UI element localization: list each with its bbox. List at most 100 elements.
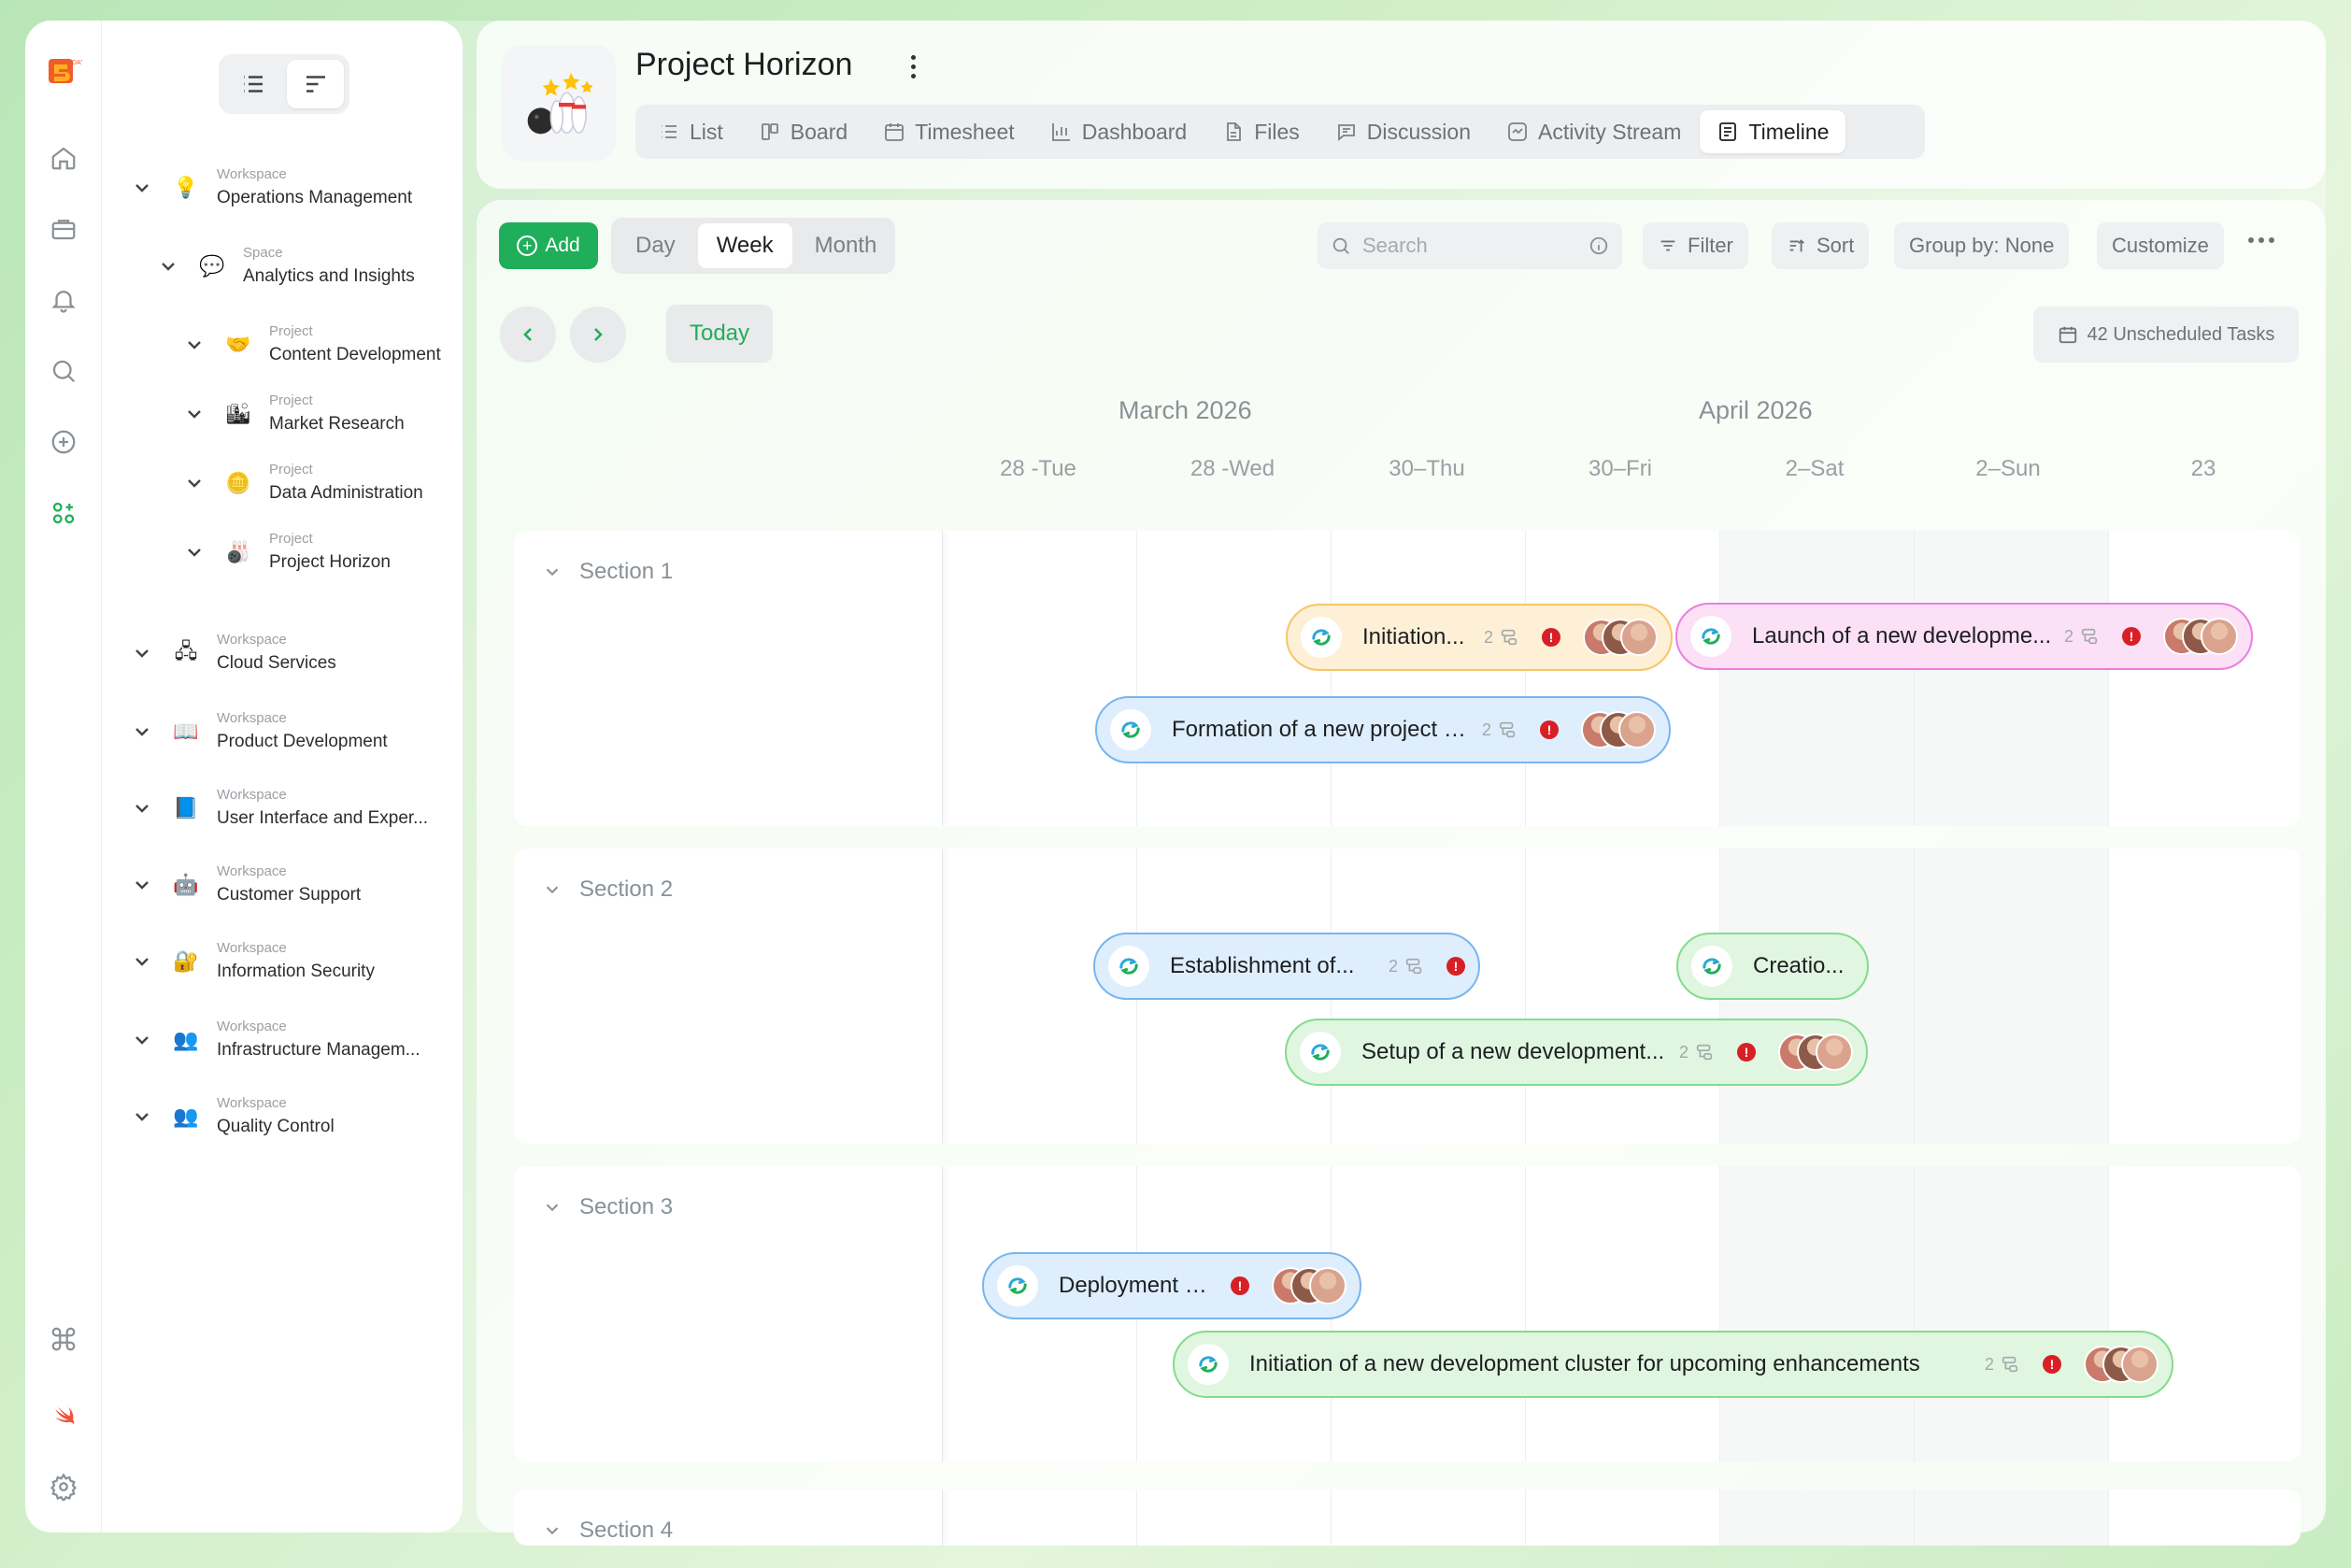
- apps-icon[interactable]: [44, 493, 83, 533]
- home-icon[interactable]: [44, 138, 83, 178]
- section-toggle[interactable]: Section 4: [542, 1518, 673, 1544]
- chevron-down-icon[interactable]: [131, 1105, 153, 1128]
- assignee-avatars[interactable]: [1272, 1267, 1346, 1304]
- task-label: Launch of a new developme...: [1752, 623, 2052, 649]
- sidebar-item[interactable]: 👥 Workspace Quality Control: [131, 1095, 335, 1137]
- chevron-down-icon[interactable]: [131, 950, 153, 973]
- command-icon[interactable]: [44, 1319, 83, 1359]
- chevron-down-icon[interactable]: [183, 403, 206, 425]
- sidebar-item[interactable]: 🤝 Project Content Development: [183, 323, 441, 365]
- sidebar-item[interactable]: 💬 Space Analytics and Insights: [157, 245, 415, 287]
- day-column: [1914, 1490, 2108, 1546]
- chevron-down-icon[interactable]: [183, 472, 206, 494]
- task-bar[interactable]: Launch of a new developme... 2!: [1675, 603, 2253, 670]
- chevron-down-icon[interactable]: [131, 1029, 153, 1051]
- chevron-down-icon[interactable]: [183, 334, 206, 356]
- compact-view-button[interactable]: [287, 60, 344, 108]
- sidebar-item[interactable]: 🏙 Project Market Research: [183, 392, 405, 435]
- item-kind: Workspace: [217, 166, 287, 182]
- sidebar-item[interactable]: 🖧 Workspace Cloud Services: [131, 632, 336, 674]
- list-view-button[interactable]: [224, 60, 281, 108]
- chevron-down-icon[interactable]: [131, 720, 153, 743]
- more-options-button[interactable]: [2248, 237, 2274, 243]
- section-toggle[interactable]: Section 3: [542, 1194, 673, 1220]
- sidebar-item[interactable]: 🎳 Project Project Horizon: [183, 531, 391, 573]
- section-toggle[interactable]: Section 1: [542, 559, 673, 585]
- day-column: [1331, 1166, 1525, 1461]
- day-column: [1136, 1490, 1331, 1546]
- search-input[interactable]: Search: [1318, 222, 1622, 269]
- sidebar-item[interactable]: 👥 Workspace Infrastructure Managem...: [131, 1019, 420, 1061]
- chevron-down-icon: [546, 1204, 559, 1212]
- item-name: Content Development: [269, 345, 441, 364]
- project-menu-button[interactable]: [906, 52, 919, 80]
- assignee-avatars[interactable]: [2084, 1346, 2159, 1383]
- swift-icon[interactable]: [44, 1394, 83, 1433]
- task-bar[interactable]: Initiation... 2!: [1286, 604, 1673, 671]
- briefcase-icon[interactable]: [44, 209, 83, 249]
- chevron-down-icon[interactable]: [131, 874, 153, 896]
- assignee-avatars[interactable]: [2163, 618, 2238, 655]
- day-header: 30–Fri: [1588, 456, 1653, 481]
- plus-circle-icon[interactable]: [44, 422, 83, 462]
- chevron-down-icon[interactable]: [131, 797, 153, 820]
- alert-icon: !: [1737, 1043, 1756, 1062]
- timeline-icon: [1719, 122, 1737, 141]
- tab-activity-stream[interactable]: Activity Stream: [1489, 110, 1698, 153]
- task-bar[interactable]: Formation of a new project c... 2!: [1095, 696, 1671, 763]
- task-bar[interactable]: Deployment o...!: [982, 1252, 1361, 1319]
- settings-icon[interactable]: [44, 1467, 83, 1506]
- section-toggle[interactable]: Section 2: [542, 877, 673, 903]
- sidebar-item[interactable]: 🪙 Project Data Administration: [183, 462, 423, 504]
- sidebar-item[interactable]: 🔐 Workspace Information Security: [131, 940, 375, 982]
- task-label: Establishment of...: [1170, 953, 1355, 978]
- assignee-avatars[interactable]: [1581, 711, 1656, 748]
- assignee-avatars[interactable]: [1778, 1033, 1853, 1071]
- sort-button[interactable]: Sort: [1772, 222, 1870, 269]
- unscheduled-tasks-button[interactable]: 42 Unscheduled Tasks: [2033, 306, 2299, 363]
- task-status-icon: [1108, 946, 1149, 987]
- chevron-down-icon[interactable]: [131, 642, 153, 664]
- group-by-button[interactable]: Group by: None: [1894, 222, 2070, 269]
- customize-button[interactable]: Customize: [2097, 222, 2224, 269]
- task-bar[interactable]: Establishment of... 2!: [1093, 933, 1480, 1000]
- task-bar[interactable]: Initiation of a new development cluster …: [1173, 1331, 2173, 1398]
- sidebar-item[interactable]: 💡 Workspace Operations Management: [131, 166, 412, 208]
- task-bar[interactable]: Setup of a new development... 2!: [1285, 1019, 1868, 1086]
- item-name: User Interface and Exper...: [217, 808, 429, 828]
- chevron-down-icon[interactable]: [183, 541, 206, 563]
- search-icon[interactable]: [44, 351, 83, 391]
- sidebar-item[interactable]: 📘 Workspace User Interface and Exper...: [131, 787, 428, 829]
- task-label: Formation of a new project c...: [1172, 717, 1473, 742]
- tab-dashboard[interactable]: Dashboard: [1033, 110, 1204, 153]
- assignee-avatars[interactable]: [1583, 619, 1658, 656]
- next-week-button[interactable]: [570, 306, 626, 363]
- prev-week-button[interactable]: [500, 306, 556, 363]
- task-bar[interactable]: Creatio...: [1676, 933, 1869, 1000]
- tab-files[interactable]: Files: [1205, 110, 1317, 153]
- sidebar-item[interactable]: 📖 Workspace Product Development: [131, 710, 388, 752]
- chevron-down-icon[interactable]: [131, 177, 153, 199]
- tab-timesheet[interactable]: Timesheet: [866, 110, 1032, 153]
- timeline-section: Section 3: [514, 1166, 2301, 1461]
- range-month[interactable]: Month: [796, 223, 896, 268]
- item-kind: Workspace: [217, 863, 287, 879]
- view-tabs: List Board Timesheet Dashboard Files Dis…: [635, 105, 1925, 159]
- add-button[interactable]: + Add: [499, 222, 598, 269]
- sidebar-item[interactable]: 🤖 Workspace Customer Support: [131, 863, 361, 905]
- range-week[interactable]: Week: [697, 223, 792, 268]
- subtask-count: 2: [1484, 627, 1519, 648]
- chevron-down-icon[interactable]: [157, 255, 179, 278]
- logo-icon[interactable]: DAY: [44, 52, 83, 92]
- tab-board[interactable]: Board: [742, 110, 864, 153]
- item-name: Infrastructure Managem...: [217, 1040, 420, 1060]
- today-button[interactable]: Today: [666, 305, 773, 363]
- bell-icon[interactable]: [44, 280, 83, 320]
- filter-button[interactable]: Filter: [1643, 222, 1748, 269]
- project-logo: [502, 45, 616, 161]
- tab-discussion[interactable]: Discussion: [1318, 110, 1488, 153]
- tab-timeline[interactable]: Timeline: [1700, 110, 1846, 153]
- icon-rail: DAY: [25, 21, 102, 1532]
- tab-list[interactable]: List: [641, 110, 740, 153]
- range-day[interactable]: Day: [617, 223, 694, 268]
